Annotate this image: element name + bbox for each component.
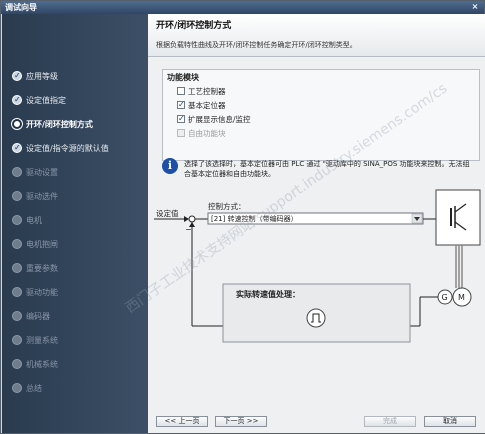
control-mode-label: 控制方式：	[208, 201, 246, 211]
step-done-icon	[12, 141, 22, 155]
checkbox-label: 扩展显示信息/监控	[188, 115, 251, 124]
checkbox-basic-positioner[interactable]: ✓ 基本定位器	[177, 100, 226, 111]
page-description: 根据负载特性曲线及开环/闭环控制任务确定开环/闭环控制类型。	[156, 41, 357, 49]
inverter-icon	[435, 189, 481, 246]
summing-junction	[188, 215, 196, 223]
step-pending-icon	[12, 310, 22, 321]
sidebar-step[interactable]: 设定值/指令源的默认值	[12, 141, 109, 156]
sidebar-step[interactable]: 设定值指定	[12, 93, 66, 108]
main-panel: 开环/闭环控制方式 根据负载特性曲线及开环/闭环控制任务确定开环/闭环控制类型。…	[148, 14, 485, 433]
checkbox-label: 基本定位器	[188, 101, 226, 110]
sidebar-step[interactable]: 应用等级	[12, 69, 58, 84]
sidebar-step: 驱动功能	[12, 286, 58, 300]
sidebar-step: 电机抱闸	[12, 238, 58, 252]
step-pending-icon	[12, 214, 22, 225]
wizard-steps-sidebar: 应用等级设定值指定开环/闭环控制方式设定值/指令源的默认值驱动设置驱动选件电机电…	[2, 14, 148, 433]
motor-label: M	[458, 293, 465, 302]
function-modules-title: 功能模块	[167, 73, 199, 82]
sidebar-step-label: 电机	[26, 216, 42, 225]
sidebar-step: 总结	[12, 382, 42, 396]
next-button[interactable]: 下一页 >>	[215, 416, 267, 427]
sidebar-step-label: 开环/闭环控制方式	[26, 120, 93, 129]
sidebar-step: 机械系统	[12, 358, 58, 372]
title-bar: 调试向导 ×	[1, 1, 484, 14]
sidebar-step-label: 驱动选件	[26, 192, 58, 201]
checkbox-extended-messages[interactable]: ✓ 扩展显示信息/监控	[177, 114, 251, 125]
sidebar-step-label: 机械系统	[26, 360, 58, 369]
setpoint-label: 设定值	[156, 208, 179, 218]
step-pending-icon	[12, 358, 22, 369]
sidebar-step-label: 编码器	[26, 312, 50, 321]
sidebar-step[interactable]: 开环/闭环控制方式	[12, 118, 93, 132]
sidebar-step-label: 测量系统	[26, 336, 58, 345]
sidebar-step: 测量系统	[12, 334, 58, 348]
step-pending-icon	[12, 286, 22, 297]
sidebar-step-label: 应用等级	[26, 72, 58, 81]
window-title: 调试向导	[5, 3, 37, 12]
cancel-button[interactable]: 取消	[424, 416, 476, 427]
step-done-icon	[12, 93, 22, 107]
control-diagram: 设定值 − 控制方式： [21] 转速控制（带编码器） G M 实际转速值处理：	[154, 189, 481, 343]
prev-button[interactable]: << 上一页	[156, 416, 208, 427]
step-pending-icon	[12, 166, 22, 177]
sidebar-step: 编码器	[12, 310, 50, 324]
sidebar-step-label: 设定值指定	[26, 96, 66, 105]
step-pending-icon	[12, 382, 22, 393]
encoder-label: G	[442, 293, 448, 302]
step-pending-icon	[12, 238, 22, 249]
function-modules-group: 功能模块 工艺控制器 ✓ 基本定位器 ✓ 扩展显示信息/监控 自由功能块	[162, 69, 480, 161]
step-pending-icon	[12, 334, 22, 345]
step-pending-icon	[12, 190, 22, 201]
sidebar-step: 电机	[12, 214, 42, 228]
arrow-icon	[184, 216, 189, 222]
step-active-icon	[12, 118, 22, 129]
pulse-icon	[306, 308, 326, 328]
info-icon: i	[162, 158, 178, 174]
footer-buttons: << 上一页 下一页 >> 完成 取消	[148, 413, 485, 433]
sidebar-step-label: 重要参数	[26, 264, 58, 273]
sidebar-step-label: 驱动设置	[26, 168, 58, 177]
close-icon[interactable]: ×	[469, 2, 481, 12]
step-pending-icon	[12, 262, 22, 273]
finish-button: 完成	[364, 416, 416, 427]
actual-speed-title: 实际转速值处理：	[236, 289, 300, 299]
wizard-window: 调试向导 × 应用等级设定值指定开环/闭环控制方式设定值/指令源的默认值驱动设置…	[0, 0, 485, 434]
checkbox-label: 自由功能块	[188, 129, 226, 138]
check-icon[interactable]: ✓	[177, 115, 185, 123]
checkbox-technology-controller[interactable]: 工艺控制器	[177, 86, 226, 97]
step-done-icon	[12, 69, 22, 83]
check-icon[interactable]: ✓	[177, 101, 185, 109]
sidebar-step-label: 总结	[26, 384, 42, 393]
page-header: 开环/闭环控制方式 根据负载特性曲线及开环/闭环控制任务确定开环/闭环控制类型。	[148, 14, 485, 57]
sidebar-step-label: 电机抱闸	[26, 240, 58, 249]
info-text: 选择了该选择时，基本定位器可由 PLC 通过 "驱动库中的 SINA_POS 功…	[184, 160, 470, 178]
sidebar-step: 驱动选件	[12, 190, 58, 204]
sidebar-step-label: 驱动功能	[26, 288, 58, 297]
checkbox-box[interactable]	[177, 87, 185, 95]
page-title: 开环/闭环控制方式	[156, 21, 232, 31]
sidebar-step-label: 设定值/指令源的默认值	[26, 144, 109, 153]
checkbox-label: 工艺控制器	[188, 87, 226, 96]
sidebar-step: 驱动设置	[12, 166, 58, 180]
checkbox-box	[177, 129, 185, 137]
checkbox-free-function-blocks: 自由功能块	[177, 128, 226, 139]
control-mode-value: [21] 转速控制（带编码器）	[211, 214, 298, 223]
sidebar-step: 重要参数	[12, 262, 58, 276]
